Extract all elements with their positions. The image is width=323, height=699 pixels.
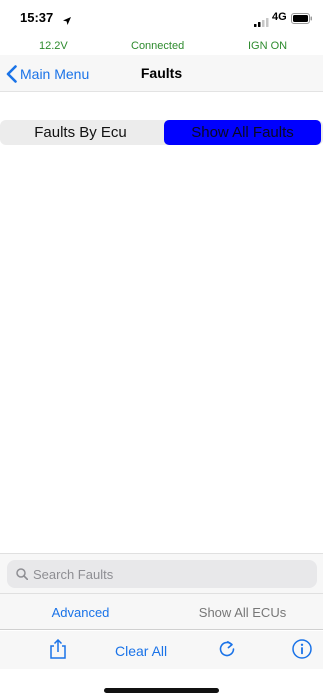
page-title: Faults bbox=[140, 65, 183, 81]
advanced-button[interactable]: Advanced bbox=[0, 605, 161, 620]
signal-bars-icon bbox=[254, 14, 269, 32]
segment-show-all-faults[interactable]: Show All Faults bbox=[164, 120, 321, 145]
search-input[interactable] bbox=[33, 560, 313, 588]
connection-status: Connected bbox=[131, 40, 185, 52]
refresh-button[interactable] bbox=[218, 640, 236, 663]
show-all-ecus-button[interactable]: Show All ECUs bbox=[162, 605, 323, 620]
status-time: 15:37 bbox=[20, 10, 54, 25]
faults-list bbox=[0, 145, 323, 553]
network-type: 4G bbox=[272, 11, 287, 23]
home-indicator bbox=[104, 688, 219, 693]
search-icon bbox=[16, 568, 28, 580]
share-icon bbox=[50, 638, 66, 659]
search-field[interactable] bbox=[7, 560, 317, 588]
location-arrow-icon bbox=[63, 12, 71, 30]
search-bar bbox=[0, 553, 323, 593]
navigation-bar: Main Menu Faults bbox=[0, 55, 323, 92]
bottom-toolbar: Clear All bbox=[0, 631, 323, 669]
segment-faults-by-ecu[interactable]: Faults By Ecu bbox=[0, 120, 161, 145]
refresh-icon bbox=[219, 641, 235, 657]
ignition-status: IGN ON bbox=[248, 40, 288, 52]
battery-icon bbox=[291, 11, 313, 29]
status-bar: 15:37 4G bbox=[0, 0, 323, 36]
vehicle-status-bar: 12.2V Connected IGN ON bbox=[0, 38, 323, 55]
clear-all-button[interactable]: Clear All bbox=[115, 643, 167, 659]
options-bar: Advanced Show All ECUs bbox=[0, 593, 323, 630]
info-icon bbox=[292, 639, 312, 659]
share-button[interactable] bbox=[49, 638, 67, 664]
battery-voltage: 12.2V bbox=[39, 40, 68, 52]
fault-view-segmented-control: Faults By Ecu Show All Faults bbox=[0, 120, 323, 145]
info-button[interactable] bbox=[292, 639, 312, 664]
